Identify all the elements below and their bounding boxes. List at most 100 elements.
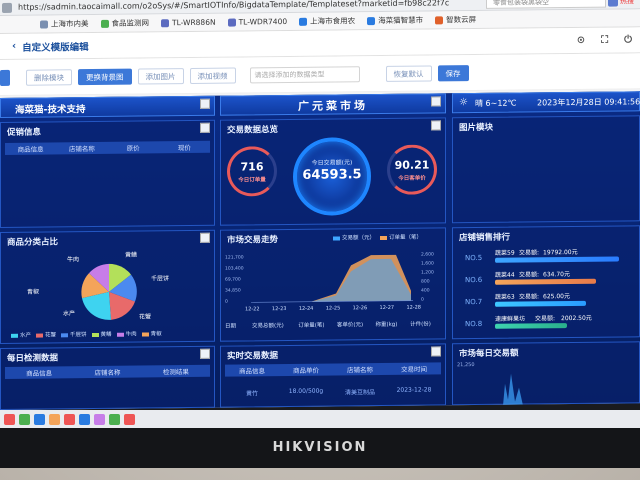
tick-label: 12-24	[298, 305, 314, 312]
panel-title: 店铺销售排行	[459, 232, 511, 244]
bookmark-item[interactable]: TL-WDR7400	[227, 16, 288, 27]
trend-panel[interactable]: 市场交易走势 交易额（元） 订单量（笔） 121,700 103,400 69,…	[220, 227, 446, 342]
table-cell: 18.00/500g	[288, 387, 324, 395]
module-checkbox[interactable]	[200, 348, 210, 359]
legend-item: 花蟹	[36, 330, 56, 339]
amount-value: 64593.5	[302, 167, 362, 183]
reset-default-button[interactable]: 恢复默认	[385, 64, 432, 82]
logout-icon[interactable]: ⏻	[624, 34, 632, 45]
bookmark-label: 上海市内美	[51, 19, 89, 29]
add-video-button[interactable]: 添加视频	[189, 67, 236, 84]
browser-search-input[interactable]: 零食包装袋黑袋空	[486, 0, 606, 9]
module-checkbox[interactable]	[431, 120, 441, 131]
image-module-panel[interactable]: 图片模块	[452, 115, 640, 224]
app-icon[interactable]	[19, 413, 30, 425]
datetime-text: 2023年12月28日 09:41:56	[537, 97, 640, 108]
market-daily-panel[interactable]: 市场每日交易额 21,250	[452, 341, 640, 406]
app-icon[interactable]	[79, 413, 90, 425]
bookmark-icon	[299, 17, 308, 26]
bookmark-item[interactable]: 海菜猫智慧市	[367, 15, 423, 27]
module-checkbox[interactable]	[200, 98, 210, 109]
column-header: 交易时间	[401, 365, 427, 374]
legend-item: 水产	[11, 331, 31, 339]
column-header: 商品单价	[293, 366, 319, 375]
rank-label: 交易额:	[519, 271, 540, 279]
url-text[interactable]: https://sadmin.taocaimall.com/o2oSys/#/S…	[18, 0, 458, 12]
back-icon[interactable]	[2, 2, 12, 13]
monitor-brand-logo: HIKVISION	[272, 440, 368, 455]
app-icon[interactable]	[109, 413, 120, 425]
app-icon[interactable]	[94, 413, 105, 425]
column-header: 称重(kg)	[375, 321, 398, 329]
orders-label: 今日订单量	[238, 177, 266, 184]
bookmark-item[interactable]: 上海市内美	[40, 18, 89, 30]
bookmark-item[interactable]: 智数云屏	[435, 14, 476, 25]
app-icon[interactable]	[34, 413, 45, 425]
module-checkbox[interactable]	[431, 346, 441, 357]
app-icon[interactable]	[124, 413, 135, 425]
market-daily-chart	[503, 373, 523, 406]
chevron-left-icon[interactable]: ‹	[12, 41, 16, 52]
search-icon[interactable]	[608, 0, 618, 7]
category-panel[interactable]: 商品分类占比 黄鳝 千层饼 花蟹 牛肉 青椒 水产 水产 花蟹 千层饼 黄鳝 牛…	[0, 229, 215, 344]
rank-number: NO.8	[465, 319, 483, 329]
partial-button[interactable]	[0, 69, 10, 86]
user-icon[interactable]: ⊙	[577, 35, 585, 46]
trend-table-header: 日期 交易总额(元) 订单量(笔) 客单价(元) 称重(kg) 计件(份)	[225, 316, 441, 332]
column-header: 店铺名称	[94, 368, 121, 378]
rank-value: 634.70元	[543, 271, 570, 279]
app-icon[interactable]	[4, 413, 15, 425]
bookmark-label: TL-WR886N	[172, 17, 216, 28]
pie-label: 牛肉	[67, 256, 80, 264]
avg-value: 90.21	[394, 158, 430, 172]
screen: https://sadmin.taocaimall.com/o2oSys/#/S…	[0, 0, 640, 410]
rank-bar	[495, 278, 596, 285]
sun-icon: ☼	[459, 97, 468, 109]
tick-label: 0	[421, 297, 424, 303]
legend-label: 青椒	[150, 331, 162, 338]
legend-label: 水产	[20, 332, 32, 339]
bookmark-item[interactable]: 食品监测网	[100, 17, 150, 29]
delete-module-button[interactable]: 删除模块	[26, 68, 72, 86]
rank-name: 速康鲜果坊	[495, 315, 526, 323]
tick-label: 103,400	[225, 266, 244, 272]
tick-label: 12-22	[245, 306, 260, 313]
panel-title: 促销信息	[7, 127, 42, 138]
bookmark-item[interactable]: 上海市食用农	[299, 15, 355, 27]
module-checkbox[interactable]	[200, 122, 210, 133]
table-cell: 黄竹	[245, 390, 258, 398]
tick-label: 121,700	[225, 255, 244, 261]
pie-label: 千层饼	[151, 275, 170, 283]
bookmark-label: 食品监测网	[111, 18, 150, 28]
table-header: 商品信息 店铺名称 检测结果	[5, 364, 210, 379]
pie-label: 水产	[63, 310, 76, 318]
y-axis-left: 121,700 103,400 69,700 34,850 0	[225, 252, 244, 307]
daily-check-panel[interactable]: 每日检测数据 商品信息 店铺名称 检测结果	[0, 345, 215, 410]
hot-search-label[interactable]: 热搜	[620, 0, 634, 6]
data-type-select[interactable]: 请选择添加的数据类型	[249, 65, 360, 83]
save-button[interactable]: 保存	[437, 64, 469, 81]
pie-label: 青椒	[27, 288, 40, 296]
rank-bar	[495, 323, 567, 329]
app-icon[interactable]	[64, 413, 75, 425]
add-image-button[interactable]: 添加图片	[137, 67, 184, 85]
y-axis-right: 2,600 1,600 1,200 800 400 0	[421, 250, 434, 304]
change-background-button[interactable]: 更换背景图	[78, 68, 132, 85]
promo-panel[interactable]: 促销信息 商品信息 店铺名称 原价 现价	[0, 119, 215, 228]
tick-label: 34,850	[225, 288, 241, 294]
bookmark-icon	[40, 19, 48, 29]
bookmark-label: TL-WDR7400	[238, 16, 288, 27]
module-checkbox[interactable]	[431, 96, 441, 107]
ranking-panel[interactable]: 店铺销售排行 NO.5 蔬菜59 交易额: 19792.00元 NO.6 蔬菜4…	[452, 225, 640, 340]
column-header: 商品信息	[26, 369, 53, 378]
legend-label: 千层饼	[70, 332, 87, 339]
trade-summary-panel[interactable]: 交易数据总览 716 今日订单量 今日交易额(元) 64593.5 90.21 …	[220, 117, 446, 226]
table-cell: 清美豆制品	[344, 389, 375, 397]
rank-bar	[495, 256, 619, 263]
realtime-panel[interactable]: 实时交易数据 商品信息 商品单价 店铺名称 交易时间 黄竹 18.00/500g…	[220, 343, 446, 408]
bookmark-item[interactable]: TL-WR886N	[161, 18, 216, 28]
app-icon[interactable]	[49, 413, 60, 425]
legend-item: 黄鳝	[91, 330, 112, 338]
table-header: 商品信息 店铺名称 原价 现价	[5, 140, 210, 155]
fullscreen-icon[interactable]: ⛶	[601, 35, 608, 46]
